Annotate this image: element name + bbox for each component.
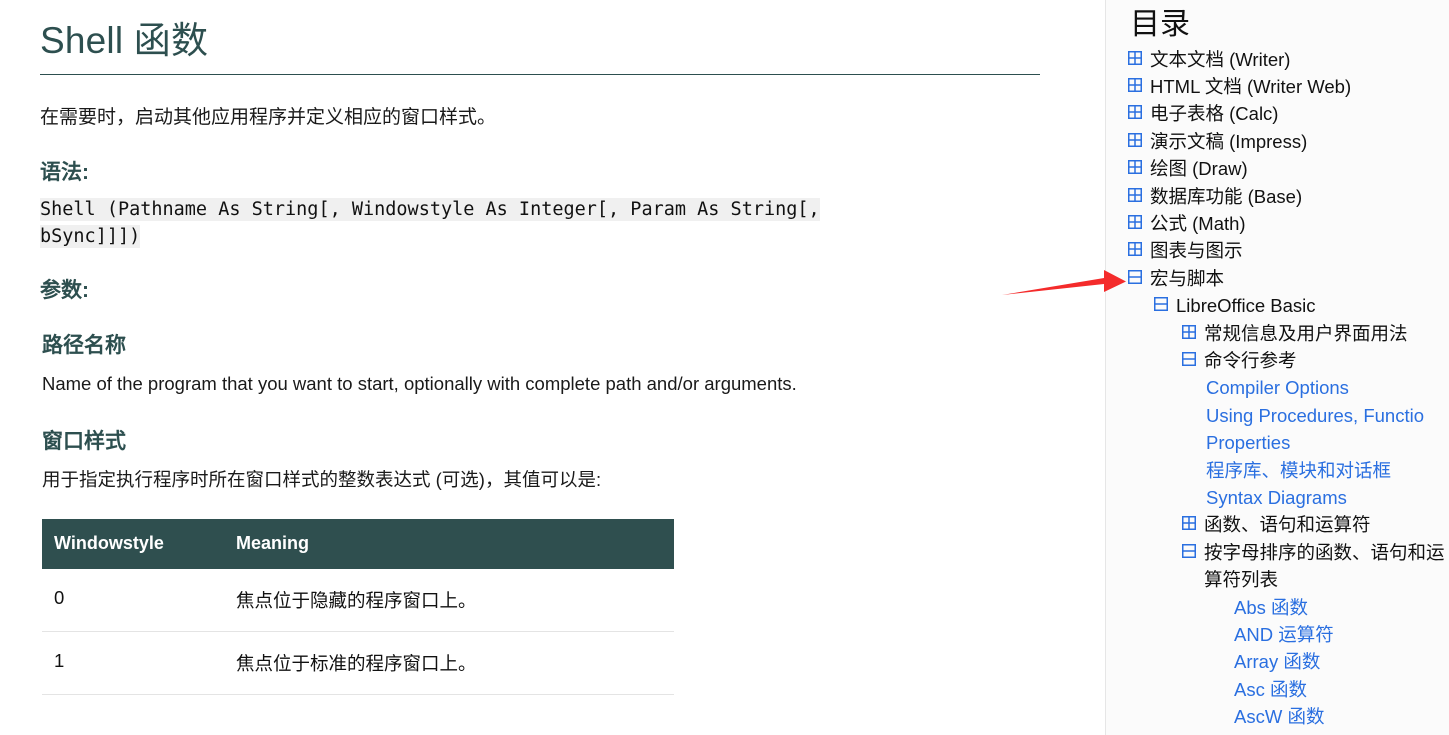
param-windowstyle-heading: 窗口样式 — [42, 429, 126, 453]
toc-node-item[interactable]: 命令行参考 — [1124, 347, 1449, 374]
param-pathname-heading: 路径名称 — [42, 333, 126, 357]
toc-link-item[interactable]: AscW 函数 — [1124, 703, 1449, 730]
table-header-meaning: Meaning — [224, 519, 674, 570]
toc-link-item[interactable]: Abs 函数 — [1124, 594, 1449, 621]
toc-item-label[interactable]: AscW 函数 — [1234, 703, 1324, 730]
toc-link-item[interactable]: Syntax Diagrams — [1124, 484, 1449, 511]
toc-node-item[interactable]: 数据库功能 (Base) — [1124, 183, 1449, 210]
toc-item-label[interactable]: 命令行参考 — [1204, 347, 1297, 374]
toc-node-item[interactable]: 文本文档 (Writer) — [1124, 46, 1449, 73]
toc-item-label[interactable]: 函数、语句和运算符 — [1204, 511, 1371, 538]
collapse-minus-icon[interactable] — [1182, 351, 1196, 366]
toc-item-label[interactable]: Array 函数 — [1234, 648, 1320, 675]
toc-item-label[interactable]: Properties — [1206, 429, 1290, 456]
toc-node-item[interactable]: 演示文稿 (Impress) — [1124, 128, 1449, 155]
toc-link-item[interactable]: Using Procedures, Functio — [1124, 402, 1449, 429]
table-row: 1 焦点位于标准的程序窗口上。 — [42, 631, 674, 696]
toc-item-label[interactable]: 程序库、模块和对话框 — [1206, 457, 1391, 484]
expand-plus-icon[interactable] — [1182, 516, 1196, 531]
help-page: Shell 函数 在需要时，启动其他应用程序并定义相应的窗口样式。 语法: Sh… — [0, 0, 1449, 735]
toc-node-item[interactable]: 图表与图示 — [1124, 237, 1449, 264]
toc-link-item[interactable]: 程序库、模块和对话框 — [1124, 457, 1449, 484]
toc-node-item[interactable]: 常规信息及用户界面用法 — [1124, 320, 1449, 347]
toc-item-label[interactable]: Abs 函数 — [1234, 594, 1308, 621]
toc-item-label[interactable]: Using Procedures, Functio — [1206, 402, 1424, 429]
toc-link-item[interactable]: AND 运算符 — [1124, 621, 1449, 648]
toc-node-item[interactable]: 宏与脚本 — [1124, 265, 1449, 292]
table-cell-meaning: 焦点位于隐藏的程序窗口上。 — [224, 569, 674, 633]
table-header-windowstyle: Windowstyle — [42, 519, 224, 570]
toc-item-label[interactable]: 数据库功能 (Base) — [1150, 183, 1302, 210]
collapse-minus-icon[interactable] — [1182, 543, 1196, 558]
table-header-row: Windowstyle Meaning — [42, 519, 674, 570]
parameters-heading: 参数: — [40, 278, 89, 302]
toc-item-label[interactable]: 演示文稿 (Impress) — [1150, 128, 1307, 155]
param-windowstyle-text: 用于指定执行程序时所在窗口样式的整数表达式 (可选)，其值可以是: — [42, 468, 602, 490]
toc-item-label[interactable]: Compiler Options — [1206, 374, 1349, 401]
collapse-minus-icon[interactable] — [1154, 297, 1168, 312]
toc-item-label[interactable]: 按字母排序的函数、语句和运算符列表 — [1204, 539, 1449, 594]
toc-link-item[interactable]: Asc 函数 — [1124, 676, 1449, 703]
table-cell-value: 0 — [42, 569, 224, 633]
toc-node-item[interactable]: 公式 (Math) — [1124, 210, 1449, 237]
page-title: Shell 函数 — [40, 20, 209, 61]
syntax-code-block: Shell (Pathname As String[, Windowstyle … — [40, 197, 995, 251]
toc-item-label[interactable]: HTML 文档 (Writer Web) — [1150, 73, 1351, 100]
toc-item-label[interactable]: 文本文档 (Writer) — [1150, 46, 1290, 73]
toc-node-item[interactable]: LibreOffice Basic — [1124, 292, 1449, 319]
windowstyle-table: Windowstyle Meaning 0 焦点位于隐藏的程序窗口上。 1 焦点… — [42, 519, 674, 696]
toc-title: 目录 — [1130, 8, 1190, 41]
expand-plus-icon[interactable] — [1128, 214, 1142, 229]
toc-link-item[interactable]: Compiler Options — [1124, 374, 1449, 401]
toc-node-item[interactable]: 函数、语句和运算符 — [1124, 511, 1449, 538]
syntax-heading: 语法: — [40, 160, 89, 184]
expand-plus-icon[interactable] — [1128, 50, 1142, 65]
table-of-contents-sidebar: 目录 文本文档 (Writer) HTML 文档 (Writer Web) 电子表格… — [1105, 0, 1449, 735]
expand-plus-icon[interactable] — [1128, 160, 1142, 175]
toc-node-item[interactable]: HTML 文档 (Writer Web) — [1124, 73, 1449, 100]
expand-plus-icon[interactable] — [1128, 105, 1142, 120]
expand-plus-icon[interactable] — [1128, 77, 1142, 92]
toc-item-label[interactable]: 图表与图示 — [1150, 237, 1243, 264]
toc-item-label[interactable]: 常规信息及用户界面用法 — [1204, 320, 1408, 347]
table-cell-value: 1 — [42, 631, 224, 696]
title-divider — [40, 74, 1040, 76]
toc-item-label[interactable]: 宏与脚本 — [1150, 265, 1224, 292]
toc-item-label[interactable]: 绘图 (Draw) — [1150, 155, 1248, 182]
toc-link-item[interactable]: Properties — [1124, 429, 1449, 456]
expand-plus-icon[interactable] — [1182, 324, 1196, 339]
toc-item-label[interactable]: 公式 (Math) — [1150, 210, 1246, 237]
expand-plus-icon[interactable] — [1128, 242, 1142, 257]
param-pathname-text: Name of the program that you want to sta… — [42, 372, 797, 394]
table-cell-meaning: 焦点位于标准的程序窗口上。 — [224, 631, 674, 696]
syntax-code-line-1: Shell (Pathname As String[, Windowstyle … — [40, 197, 820, 221]
toc-list: 文本文档 (Writer) HTML 文档 (Writer Web) 电子表格 (C… — [1124, 46, 1449, 731]
toc-item-label[interactable]: AND 运算符 — [1234, 621, 1334, 648]
syntax-code-line-2: bSync]]]) — [40, 224, 141, 248]
table-row: 0 焦点位于隐藏的程序窗口上。 — [42, 569, 674, 633]
expand-plus-icon[interactable] — [1128, 187, 1142, 202]
toc-node-item[interactable]: 电子表格 (Calc) — [1124, 100, 1449, 127]
expand-plus-icon[interactable] — [1128, 132, 1142, 147]
intro-paragraph: 在需要时，启动其他应用程序并定义相应的窗口样式。 — [40, 107, 497, 129]
toc-item-label[interactable]: 电子表格 (Calc) — [1150, 100, 1278, 127]
toc-item-label[interactable]: Syntax Diagrams — [1206, 484, 1347, 511]
toc-link-item[interactable]: Array 函数 — [1124, 648, 1449, 675]
collapse-minus-icon[interactable] — [1128, 269, 1142, 284]
toc-node-item[interactable]: 按字母排序的函数、语句和运算符列表 — [1124, 539, 1449, 594]
toc-item-label[interactable]: LibreOffice Basic — [1176, 292, 1316, 319]
toc-item-label[interactable]: Asc 函数 — [1234, 676, 1307, 703]
main-content: Shell 函数 在需要时，启动其他应用程序并定义相应的窗口样式。 语法: Sh… — [0, 0, 1105, 735]
toc-node-item[interactable]: 绘图 (Draw) — [1124, 155, 1449, 182]
